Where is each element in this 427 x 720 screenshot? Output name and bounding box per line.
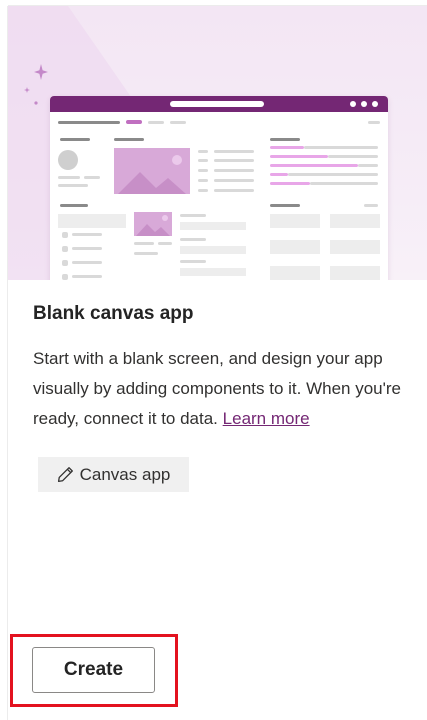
mockup-line (60, 138, 90, 141)
mockup-thumb-shape (136, 215, 170, 236)
mockup-line (72, 247, 102, 250)
mockup-line (84, 176, 100, 179)
mockup-line (198, 189, 208, 192)
mockup-line (62, 274, 68, 280)
canvas-app-tag: Canvas app (38, 457, 189, 492)
mockup-line (364, 204, 378, 207)
mockup-line (214, 150, 254, 153)
mockup-progress (270, 182, 310, 185)
mockup-search (170, 101, 264, 107)
mockup-line (114, 138, 144, 141)
mockup-line (134, 242, 154, 245)
dot-icon (34, 101, 38, 105)
mockup-line (58, 121, 120, 124)
learn-more-link[interactable]: Learn more (223, 409, 310, 428)
tag-label: Canvas app (79, 464, 171, 484)
mockup-line (270, 204, 300, 207)
mockup-line (72, 261, 102, 264)
mockup-line (198, 159, 208, 162)
mockup-line (214, 189, 254, 192)
mockup-line (328, 155, 378, 158)
mockup-dot (361, 101, 367, 107)
mockup-line (214, 169, 254, 172)
mockup-line (214, 179, 254, 182)
mockup-tab (126, 120, 142, 124)
mockup-person-tile (270, 214, 320, 228)
mockup-line (180, 214, 206, 217)
mockup-progress (270, 146, 304, 149)
pencil-icon (57, 467, 73, 483)
mockup-thumb (134, 212, 172, 236)
mockup-person-tile (330, 214, 380, 228)
mockup-field (180, 222, 246, 230)
mockup-line (270, 138, 300, 141)
mockup-line (368, 121, 380, 124)
mockup-line (72, 233, 102, 236)
app-mockup (50, 96, 388, 280)
mockup-field (180, 246, 246, 254)
mockup-progress (270, 173, 288, 176)
sparkle-small-icon (24, 87, 30, 93)
mockup-person-tile (270, 266, 320, 280)
mockup-image-shape (118, 155, 186, 194)
mockup-line (62, 232, 68, 238)
mockup-person-tile (330, 240, 380, 254)
mockup-field (180, 268, 246, 276)
mockup-line (58, 184, 88, 187)
mockup-dot (372, 101, 378, 107)
mockup-line (158, 242, 172, 245)
mockup-line (58, 176, 80, 179)
mockup-line (180, 238, 206, 241)
mockup-dot (350, 101, 356, 107)
mockup-line (60, 204, 88, 207)
mockup-progress (270, 164, 358, 167)
mockup-progress (270, 155, 328, 158)
mockup-list-row (58, 214, 126, 228)
mockup-line (198, 150, 208, 153)
mockup-person-tile (330, 266, 380, 280)
mockup-line (358, 164, 378, 167)
sparkle-icon (34, 64, 48, 80)
mockup-line (62, 246, 68, 252)
description-text: Start with a blank screen, and design yo… (33, 349, 401, 428)
mockup-line (198, 179, 208, 182)
mockup-line (198, 169, 208, 172)
mockup-line (304, 146, 378, 149)
mockup-avatar (58, 150, 78, 170)
blank-canvas-app-card: Blank canvas app Start with a blank scre… (8, 6, 427, 720)
mockup-line (62, 260, 68, 266)
mockup-title-bar (50, 96, 388, 112)
hero-illustration (8, 6, 427, 280)
mockup-line (214, 159, 254, 162)
card-title: Blank canvas app (33, 303, 194, 324)
mockup-image (114, 148, 190, 194)
mockup-line (180, 260, 206, 263)
mockup-line (288, 173, 378, 176)
mockup-line (134, 252, 158, 255)
mockup-person-tile (270, 240, 320, 254)
mockup-line (72, 275, 102, 278)
create-button[interactable]: Create (32, 647, 155, 693)
card-description: Start with a blank screen, and design yo… (33, 344, 408, 434)
mockup-line (148, 121, 164, 124)
mockup-line (310, 182, 378, 185)
mockup-line (170, 121, 186, 124)
